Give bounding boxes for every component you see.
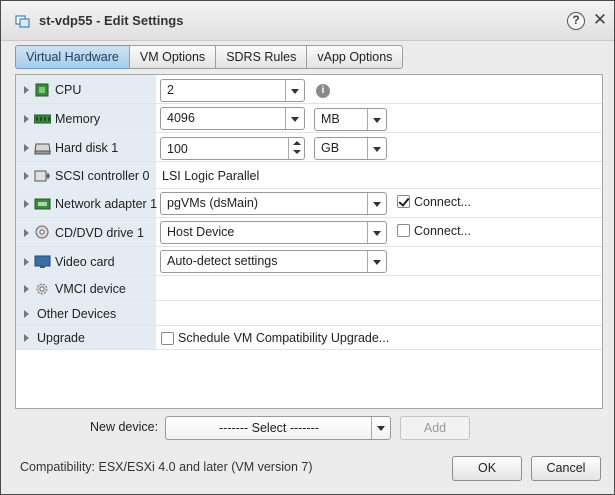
row-label: SCSI controller 0 [55, 169, 150, 183]
expand-arrow-icon[interactable] [24, 229, 29, 237]
video-card-value: Auto-detect settings [167, 254, 278, 268]
video-card-icon [34, 255, 51, 268]
row-network-adapter: Network adapter 1 pgVMs (dsMain) Connect… [16, 189, 602, 218]
new-device-value: ------- Select ------- [219, 421, 319, 435]
chevron-down-icon[interactable] [367, 222, 386, 243]
cd-dvd-icon [35, 225, 49, 239]
chevron-down-icon[interactable] [367, 138, 386, 159]
schedule-upgrade-checkbox[interactable] [161, 332, 174, 345]
add-button[interactable]: Add [400, 416, 470, 440]
ok-button[interactable]: OK [452, 456, 522, 481]
new-device-label: New device: [90, 420, 159, 434]
chevron-down-icon[interactable] [293, 150, 301, 154]
tab-sdrs-rules[interactable]: SDRS Rules [215, 45, 308, 69]
cpu-count-value: 2 [167, 83, 174, 97]
network-icon [34, 198, 51, 210]
network-select[interactable]: pgVMs (dsMain) [160, 192, 387, 215]
row-label: Network adapter 1 [55, 197, 158, 211]
cancel-button[interactable]: Cancel [531, 456, 601, 481]
row-scsi-controller: SCSI controller 0 LSI Logic Parallel [16, 162, 602, 189]
row-other-devices: Other Devices [16, 301, 602, 326]
vm-icon [15, 15, 30, 28]
disk-unit-value: GB [321, 141, 340, 155]
row-video-card: Video card Auto-detect settings [16, 247, 602, 276]
expand-arrow-icon[interactable] [24, 144, 29, 152]
cpu-count-select[interactable]: 2 [160, 79, 305, 102]
video-card-select[interactable]: Auto-detect settings [160, 250, 387, 273]
row-label: VMCI device [55, 282, 126, 296]
expand-arrow-icon[interactable] [24, 285, 29, 293]
row-cpu: CPU 2 i [16, 75, 602, 104]
chevron-down-icon[interactable] [367, 251, 386, 272]
memory-size-input[interactable]: 4096 [160, 107, 305, 130]
tab-virtual-hardware[interactable]: Virtual Hardware [15, 45, 130, 69]
disk-size-value: 100 [167, 142, 188, 156]
network-connect-checkbox[interactable] [397, 195, 410, 208]
row-label: CPU [55, 83, 82, 97]
row-label: Upgrade [37, 331, 85, 345]
vmci-icon [36, 283, 48, 295]
expand-arrow-icon[interactable] [24, 200, 29, 208]
dialog-title: st-vdp55 - Edit Settings [39, 13, 184, 28]
row-cd-dvd-drive: CD/DVD drive 1 Host Device Connect... [16, 218, 602, 247]
expand-arrow-icon[interactable] [24, 115, 29, 123]
disk-unit-select[interactable]: GB [314, 137, 387, 160]
chevron-up-icon[interactable] [293, 141, 301, 145]
hardware-panel: CPU 2 i Memory 4096 MB Hard disk 1 100 G… [15, 74, 603, 409]
memory-icon [34, 114, 51, 124]
chevron-down-icon[interactable] [285, 80, 304, 101]
chevron-down-icon[interactable] [285, 108, 304, 129]
close-icon[interactable]: ✕ [591, 11, 609, 29]
row-hard-disk: Hard disk 1 100 GB [16, 133, 602, 162]
new-device-select[interactable]: ------- Select ------- [165, 416, 391, 440]
row-label: Other Devices [37, 307, 117, 321]
compatibility-text: Compatibility: ESX/ESXi 4.0 and later (V… [20, 460, 313, 474]
chevron-down-icon[interactable] [367, 109, 386, 130]
tab-vm-options[interactable]: VM Options [128, 45, 217, 69]
cd-dvd-select[interactable]: Host Device [160, 221, 387, 244]
chevron-down-icon[interactable] [371, 417, 390, 439]
row-memory: Memory 4096 MB [16, 104, 602, 133]
expand-arrow-icon[interactable] [24, 258, 29, 266]
row-label: Memory [55, 112, 101, 126]
row-label: CD/DVD drive 1 [55, 226, 144, 240]
memory-unit-value: MB [321, 112, 340, 126]
tab-bar: Virtual Hardware VM Options SDRS Rules v… [15, 45, 404, 69]
row-vmci-device: VMCI device [16, 276, 602, 301]
expand-arrow-icon[interactable] [24, 172, 29, 180]
cd-dvd-value: Host Device [167, 225, 235, 239]
expand-arrow-icon[interactable] [24, 86, 29, 94]
row-label: Hard disk 1 [55, 141, 119, 155]
row-upgrade: Upgrade Schedule VM Compatibility Upgrad… [16, 326, 602, 350]
edit-settings-dialog: st-vdp55 - Edit Settings ? ✕ Virtual Har… [0, 0, 615, 495]
title-bar[interactable]: st-vdp55 - Edit Settings ? ✕ [1, 1, 614, 41]
chevron-down-icon[interactable] [367, 193, 386, 214]
cd-dvd-connect-checkbox[interactable] [397, 224, 410, 237]
help-icon[interactable]: ? [567, 12, 585, 30]
info-icon[interactable]: i [316, 84, 330, 98]
cpu-icon [35, 83, 49, 97]
hard-disk-icon [34, 143, 51, 155]
scsi-type-value: LSI Logic Parallel [162, 169, 260, 183]
schedule-upgrade-label: Schedule VM Compatibility Upgrade... [178, 331, 390, 345]
memory-value: 4096 [167, 111, 195, 125]
network-value: pgVMs (dsMain) [167, 196, 258, 210]
row-label: Video card [55, 255, 115, 269]
memory-unit-select[interactable]: MB [314, 108, 387, 131]
tab-vapp-options[interactable]: vApp Options [306, 45, 404, 69]
cd-dvd-connect-label: Connect... [414, 224, 471, 238]
scsi-icon [34, 170, 50, 182]
expand-arrow-icon[interactable] [24, 310, 29, 318]
stepper-buttons[interactable] [288, 138, 304, 159]
expand-arrow-icon[interactable] [24, 334, 29, 342]
network-connect-label: Connect... [414, 195, 471, 209]
disk-size-stepper[interactable]: 100 [160, 137, 305, 160]
